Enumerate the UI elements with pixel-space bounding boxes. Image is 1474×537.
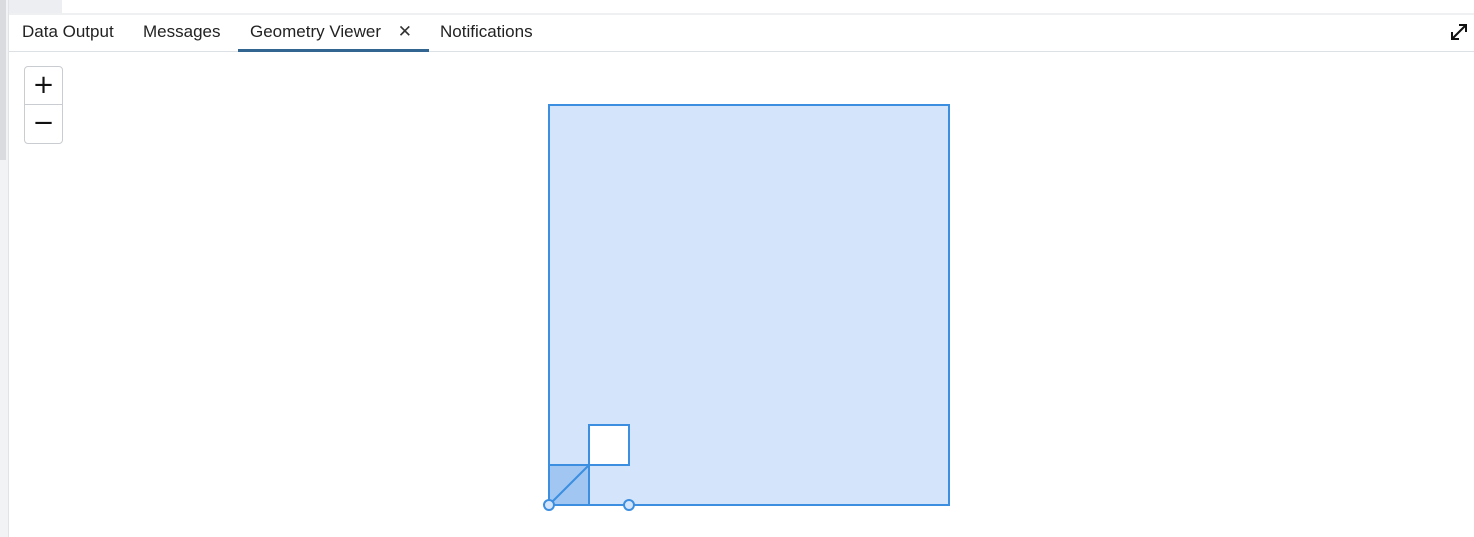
tab-notifications-label: Notifications xyxy=(440,22,533,41)
tab-messages-label: Messages xyxy=(143,22,221,41)
zoom-in-button[interactable]: + xyxy=(25,67,62,105)
geometry-map[interactable]: + − xyxy=(9,53,1474,537)
result-tabbar: Data Output Messages Geometry Viewer ✕ N… xyxy=(9,15,1474,52)
expand-diagonal-icon[interactable] xyxy=(1448,21,1470,43)
hole-square[interactable] xyxy=(588,424,630,466)
left-scrollbar-thumb[interactable] xyxy=(0,0,6,160)
zoom-control: + − xyxy=(24,66,63,144)
tab-geometry-viewer-label: Geometry Viewer xyxy=(250,22,382,41)
top-left-corner xyxy=(9,0,62,13)
geometry-canvas xyxy=(543,104,950,511)
top-panel-edge xyxy=(9,0,1474,15)
tab-data-output[interactable]: Data Output xyxy=(22,15,114,52)
point-marker-2[interactable] xyxy=(623,499,635,511)
tab-notifications[interactable]: Notifications xyxy=(440,15,533,52)
zoom-out-button[interactable]: − xyxy=(25,105,62,143)
tab-data-output-label: Data Output xyxy=(22,22,114,41)
tab-geometry-viewer[interactable]: Geometry Viewer ✕ xyxy=(238,15,429,52)
close-icon[interactable]: ✕ xyxy=(398,15,412,49)
point-marker-1[interactable] xyxy=(543,499,555,511)
tab-messages[interactable]: Messages xyxy=(143,15,220,52)
left-scroll-strip xyxy=(0,0,9,537)
